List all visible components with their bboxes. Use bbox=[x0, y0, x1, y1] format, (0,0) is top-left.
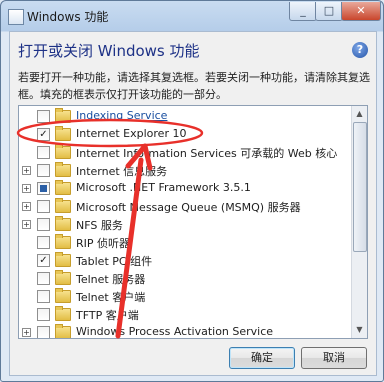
feature-checkbox[interactable] bbox=[37, 236, 50, 249]
scroll-up-icon[interactable]: ▲ bbox=[353, 107, 366, 121]
feature-label: Microsoft Message Queue (MSMQ) 服务器 bbox=[76, 201, 301, 214]
feature-label: Internet Information Services 可承载的 Web 核… bbox=[76, 147, 338, 160]
folder-icon bbox=[55, 126, 71, 141]
feature-checkbox[interactable] bbox=[37, 110, 50, 123]
folder-icon bbox=[55, 252, 71, 267]
feature-checkbox[interactable] bbox=[37, 182, 50, 195]
feature-item[interactable]: ✓ Internet Explorer 10 bbox=[19, 126, 351, 144]
feature-checkbox[interactable] bbox=[37, 308, 50, 321]
windows-features-dialog: Windows 功能 _ □ ✕ 打开或关闭 Windows 功能 ? 若要打开… bbox=[0, 0, 384, 382]
feature-checkbox[interactable] bbox=[37, 146, 50, 159]
feature-item[interactable]: + Microsoft Message Queue (MSMQ) 服务器 bbox=[19, 198, 351, 216]
feature-label: Indexing Service bbox=[76, 109, 168, 122]
feature-label: Internet 信息服务 bbox=[76, 165, 168, 178]
feature-item[interactable]: + Windows Process Activation Service bbox=[19, 324, 351, 338]
ok-button[interactable]: 确定 bbox=[229, 347, 295, 369]
title-bar[interactable]: Windows 功能 _ □ ✕ bbox=[1, 1, 383, 31]
help-icon[interactable]: ? bbox=[352, 42, 368, 58]
feature-item[interactable]: + Internet 信息服务 bbox=[19, 162, 351, 180]
folder-icon bbox=[55, 270, 71, 285]
expand-icon[interactable]: + bbox=[22, 166, 31, 175]
folder-icon bbox=[55, 288, 71, 303]
minimize-button[interactable]: _ bbox=[289, 2, 317, 21]
folder-icon bbox=[55, 324, 71, 338]
feature-checkbox[interactable] bbox=[37, 272, 50, 285]
expand-icon[interactable]: + bbox=[22, 328, 31, 337]
feature-checkbox[interactable] bbox=[37, 290, 50, 303]
folder-icon bbox=[55, 180, 71, 195]
dialog-body: 打开或关闭 Windows 功能 ? 若要打开一种功能，请选择其复选框。若要关闭… bbox=[9, 31, 377, 376]
feature-list[interactable]: Indexing Service ✓ Internet Explorer 10 Int… bbox=[18, 105, 368, 339]
feature-checkbox[interactable]: ✓ bbox=[37, 254, 50, 267]
description-text: 若要打开一种功能，请选择其复选框。若要关闭一种功能，请清除其复选框。填充的框表示… bbox=[18, 71, 370, 101]
folder-icon bbox=[55, 234, 71, 249]
feature-item[interactable]: TFTP 客户端 bbox=[19, 306, 351, 324]
close-button[interactable]: ✕ bbox=[341, 2, 381, 21]
feature-label: Windows Process Activation Service bbox=[76, 325, 274, 338]
cancel-button[interactable]: 取消 bbox=[301, 347, 367, 369]
feature-label: Internet Explorer 10 bbox=[76, 127, 187, 140]
feature-item[interactable]: + NFS 服务 bbox=[19, 216, 351, 234]
scroll-down-icon[interactable]: ▼ bbox=[353, 323, 366, 337]
folder-icon bbox=[55, 162, 71, 177]
feature-label: Telnet 客户端 bbox=[76, 291, 146, 304]
feature-label: Tablet PC 组件 bbox=[76, 255, 153, 268]
window-title: Windows 功能 bbox=[27, 10, 109, 24]
feature-checkbox[interactable] bbox=[37, 200, 50, 213]
page-title: 打开或关闭 Windows 功能 bbox=[18, 42, 200, 60]
folder-icon bbox=[55, 144, 71, 159]
folder-icon bbox=[55, 306, 71, 321]
feature-checkbox[interactable] bbox=[37, 164, 50, 177]
feature-item[interactable]: Internet Information Services 可承载的 Web 核… bbox=[19, 144, 351, 162]
feature-item[interactable]: Indexing Service bbox=[19, 108, 351, 126]
feature-item[interactable]: RIP 侦听器 bbox=[19, 234, 351, 252]
folder-icon bbox=[55, 198, 71, 213]
feature-item[interactable]: ✓ Tablet PC 组件 bbox=[19, 252, 351, 270]
folder-icon bbox=[55, 216, 71, 231]
feature-item[interactable]: Telnet 服务器 bbox=[19, 270, 351, 288]
feature-label: NFS 服务 bbox=[76, 219, 123, 232]
feature-label: RIP 侦听器 bbox=[76, 237, 131, 250]
maximize-button[interactable]: □ bbox=[315, 2, 343, 21]
expand-icon[interactable]: + bbox=[22, 220, 31, 229]
expand-icon[interactable]: + bbox=[22, 184, 31, 193]
feature-label: Telnet 服务器 bbox=[76, 273, 146, 286]
scroll-thumb[interactable] bbox=[353, 122, 367, 252]
feature-label: TFTP 客户端 bbox=[76, 309, 139, 322]
folder-icon bbox=[55, 108, 71, 123]
expand-icon[interactable]: + bbox=[22, 202, 31, 211]
feature-item[interactable]: Telnet 客户端 bbox=[19, 288, 351, 306]
feature-label: Microsoft .NET Framework 3.5.1 bbox=[76, 181, 251, 194]
window-icon bbox=[8, 9, 24, 25]
feature-checkbox[interactable] bbox=[37, 218, 50, 231]
vertical-scrollbar[interactable]: ▲ ▼ bbox=[351, 106, 367, 338]
feature-checkbox[interactable] bbox=[37, 326, 50, 338]
feature-checkbox[interactable]: ✓ bbox=[37, 128, 50, 141]
feature-item[interactable]: + Microsoft .NET Framework 3.5.1 bbox=[19, 180, 351, 198]
